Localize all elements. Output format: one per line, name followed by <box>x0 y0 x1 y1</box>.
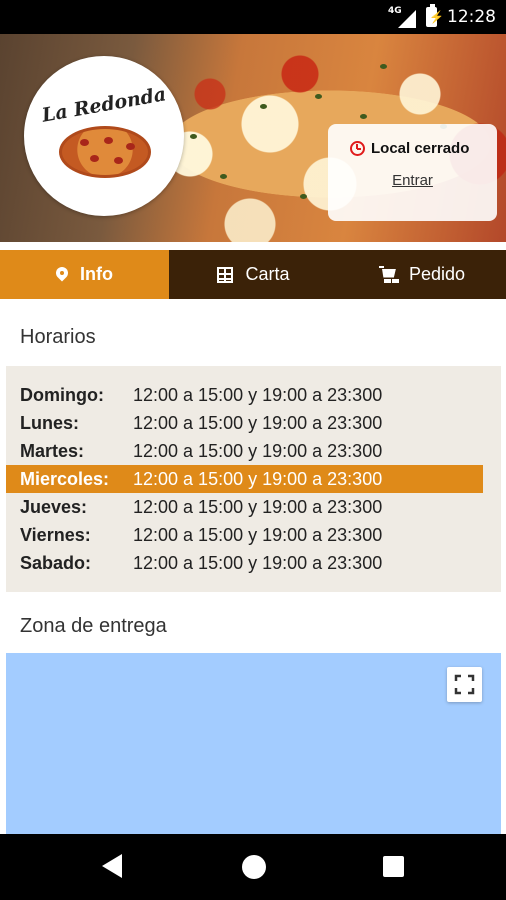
back-icon[interactable] <box>102 854 122 878</box>
hours-day: Miercoles: <box>20 468 110 489</box>
store-status-card: Local cerrado Entrar <box>328 124 497 221</box>
home-icon[interactable] <box>242 855 266 879</box>
tab-carta[interactable]: Carta <box>169 250 338 299</box>
menu-grid-icon <box>217 266 234 283</box>
fullscreen-icon <box>454 674 475 695</box>
system-nav-bar <box>0 834 506 900</box>
hours-row: Lunes: 12:00 a 15:00 y 19:00 a 23:300 <box>6 409 483 437</box>
hours-time: 12:00 a 15:00 y 19:00 a 23:300 <box>133 412 383 433</box>
tab-info[interactable]: Info <box>0 250 169 299</box>
logo-restaurant-name: La Redonda <box>40 83 168 127</box>
hours-row-today: Miercoles: 12:00 a 15:00 y 19:00 a 23:30… <box>6 465 483 493</box>
shopping-cart-icon <box>378 265 397 284</box>
status-time: 12:28 <box>447 7 496 27</box>
hours-time: 12:00 a 15:00 y 19:00 a 23:300 <box>133 384 383 405</box>
location-pin-icon <box>56 267 68 283</box>
tab-pedido[interactable]: Pedido <box>338 250 506 299</box>
hours-row: Viernes: 12:00 a 15:00 y 19:00 a 23:300 <box>6 521 483 549</box>
tab-bar: Info Carta Pedido <box>0 250 506 299</box>
hours-time: 12:00 a 15:00 y 19:00 a 23:300 <box>133 440 383 461</box>
logo-pizza-icon <box>59 126 151 178</box>
hours-row: Sabado: 12:00 a 15:00 y 19:00 a 23:300 <box>6 549 483 577</box>
tab-carta-label: Carta <box>245 264 290 284</box>
hours-row: Jueves: 12:00 a 15:00 y 19:00 a 23:300 <box>6 493 483 521</box>
recent-apps-icon[interactable] <box>383 856 404 877</box>
delivery-zone-title: Zona de entrega <box>20 615 167 637</box>
restaurant-logo: La Redonda <box>24 56 184 216</box>
hours-day: Sabado: <box>20 552 92 573</box>
tab-info-label: Info <box>80 264 113 284</box>
hours-day: Lunes: <box>20 412 80 433</box>
hours-row: Domingo: 12:00 a 15:00 y 19:00 a 23:300 <box>6 381 483 409</box>
tab-pedido-label: Pedido <box>408 264 466 284</box>
hours-day: Domingo: <box>20 384 104 405</box>
clock-icon <box>350 141 365 156</box>
battery-charging-icon: ⚡ <box>426 4 444 27</box>
hours-time: 12:00 a 15:00 y 19:00 a 23:300 <box>133 496 383 517</box>
hours-day: Jueves: <box>20 496 88 517</box>
status-icons: 4G ⚡ 12:28 <box>388 0 496 34</box>
hours-time: 12:00 a 15:00 y 19:00 a 23:300 <box>133 524 383 545</box>
hours-title: Horarios <box>20 326 96 348</box>
hours-day: Martes: <box>20 440 85 461</box>
enter-link[interactable]: Entrar <box>328 172 497 189</box>
hours-row: Martes: 12:00 a 15:00 y 19:00 a 23:300 <box>6 437 483 465</box>
hours-time: 12:00 a 15:00 y 19:00 a 23:300 <box>133 552 383 573</box>
fullscreen-button[interactable] <box>447 667 482 702</box>
hours-time: 12:00 a 15:00 y 19:00 a 23:300 <box>133 468 383 489</box>
store-status-text: Local cerrado <box>371 140 470 157</box>
cell-signal-icon: 4G <box>388 6 416 28</box>
store-closed-status: Local cerrado <box>350 140 469 157</box>
hours-table: Domingo: 12:00 a 15:00 y 19:00 a 23:300 … <box>6 366 501 592</box>
hours-day: Viernes: <box>20 524 91 545</box>
status-bar: 4G ⚡ 12:28 <box>0 0 506 34</box>
delivery-zone-map[interactable] <box>6 653 501 834</box>
